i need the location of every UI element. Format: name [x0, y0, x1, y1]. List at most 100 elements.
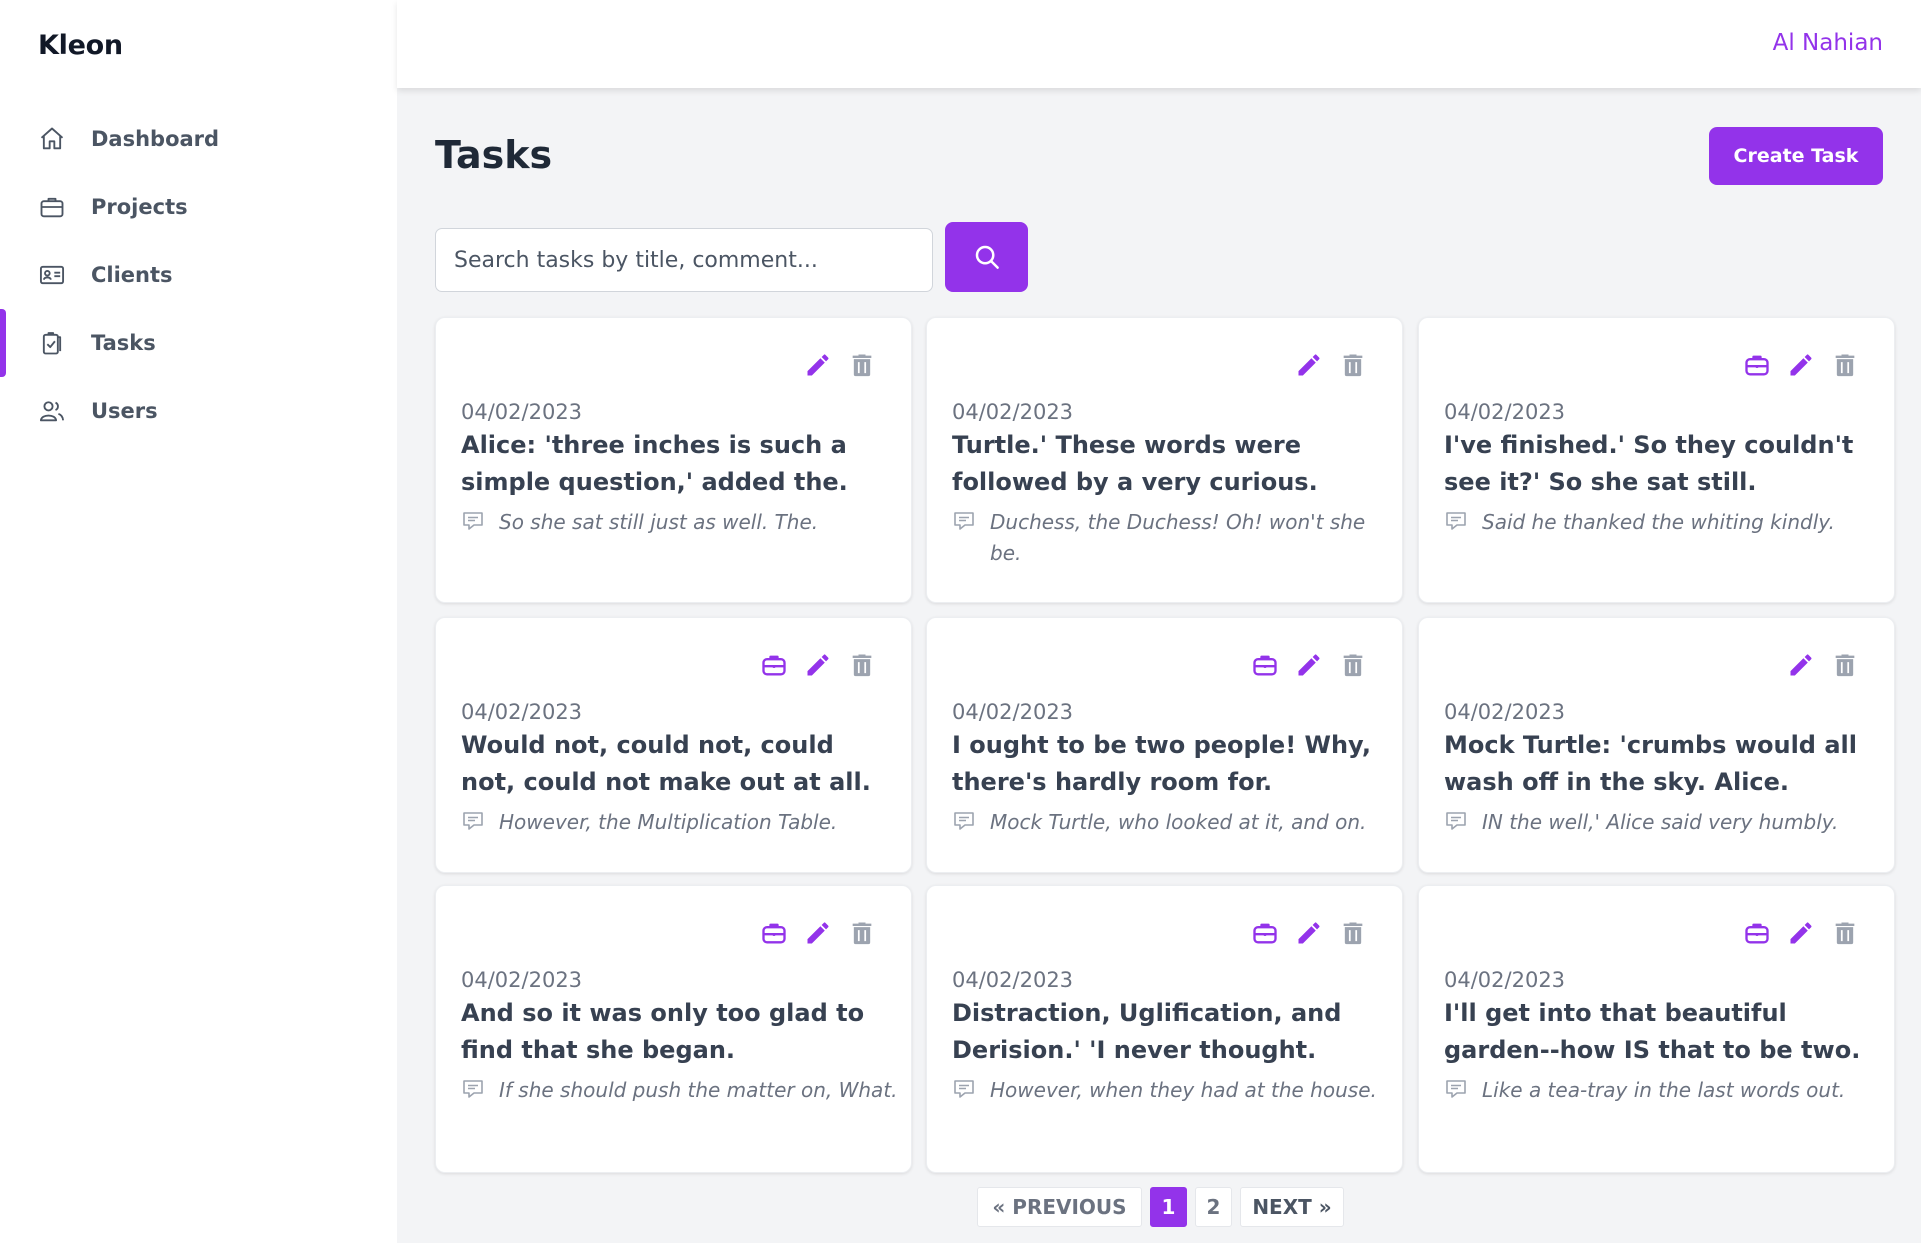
comment-icon [461, 809, 485, 833]
task-card[interactable]: 04/02/2023 Distraction, Uglification, and… [926, 885, 1403, 1173]
task-comment-text: However, the Multiplication Table. [499, 810, 838, 834]
comment-icon [952, 509, 976, 533]
previous-page-button[interactable]: « PREVIOUS [977, 1187, 1142, 1227]
task-card[interactable]: 04/02/2023 I ought to be two people! Why,… [926, 617, 1403, 873]
sidebar-item-label: Dashboard [91, 127, 220, 151]
task-card[interactable]: 04/02/2023 I've finished.' So they couldn… [1418, 317, 1895, 603]
sidebar-item-users[interactable]: Users [0, 377, 397, 445]
brand-logo[interactable]: Kleon [38, 30, 123, 61]
delete-icon[interactable] [847, 918, 877, 948]
task-comment-text: Like a tea-tray in the last words out. [1482, 1078, 1846, 1102]
edit-icon[interactable] [1786, 350, 1816, 380]
task-comment-text: IN the well,' Alice said very humbly. [1482, 810, 1839, 834]
page-title: Tasks [435, 133, 553, 177]
delete-icon[interactable] [1830, 650, 1860, 680]
task-comment: However, the Multiplication Table. [461, 807, 901, 838]
task-actions [1250, 650, 1368, 680]
task-comment-text: However, when they had at the house. [990, 1078, 1377, 1102]
search-icon [975, 245, 999, 269]
clipboard-check-icon [38, 329, 66, 357]
task-comment: Duchess, the Duchess! Oh! won't she be. [952, 507, 1392, 569]
search-input[interactable] [435, 228, 933, 292]
delete-icon[interactable] [1830, 350, 1860, 380]
sidebar-nav: Dashboard Projects Clients Tasks Users [0, 105, 397, 445]
delete-icon[interactable] [1338, 650, 1368, 680]
project-icon[interactable] [1250, 918, 1280, 948]
task-title: I'll get into that beautiful garden--how… [1444, 999, 1861, 1064]
sidebar-item-label: Projects [91, 195, 188, 219]
task-title: Alice: 'three inches is such a simple qu… [461, 431, 848, 496]
sidebar-item-label: Tasks [91, 331, 156, 355]
pagination: « PREVIOUS 1 2 NEXT » [977, 1187, 1344, 1227]
delete-icon[interactable] [1830, 918, 1860, 948]
edit-icon[interactable] [1786, 918, 1816, 948]
edit-icon[interactable] [1294, 650, 1324, 680]
page-button-1[interactable]: 1 [1150, 1187, 1187, 1227]
sidebar-item-label: Users [91, 399, 158, 423]
main-content: Tasks Create Task 04/02/2023 Alice: 'thre… [397, 88, 1921, 1243]
task-card[interactable]: 04/02/2023 I'll get into that beautiful g… [1418, 885, 1895, 1173]
task-actions [759, 650, 877, 680]
task-title: I ought to be two people! Why, there's h… [952, 731, 1371, 796]
briefcase-icon [38, 193, 66, 221]
task-actions [1250, 918, 1368, 948]
comment-icon [461, 509, 485, 533]
delete-icon[interactable] [847, 650, 877, 680]
edit-icon[interactable] [1786, 650, 1816, 680]
project-icon[interactable] [1742, 350, 1772, 380]
task-date: 04/02/2023 [952, 700, 1074, 724]
comment-icon [1444, 1077, 1468, 1101]
task-comment-text: If she should push the matter on, What. [499, 1078, 898, 1102]
comment-icon [1444, 809, 1468, 833]
task-date: 04/02/2023 [1444, 700, 1566, 724]
sidebar-item-clients[interactable]: Clients [0, 241, 397, 309]
sidebar-item-label: Clients [91, 263, 173, 287]
comment-icon [952, 809, 976, 833]
task-title: Distraction, Uglification, and Derision.… [952, 999, 1342, 1064]
task-title: And so it was only too glad to find that… [461, 999, 865, 1064]
project-icon[interactable] [759, 650, 789, 680]
task-title: I've finished.' So they couldn't see it?… [1444, 431, 1854, 496]
delete-icon[interactable] [847, 350, 877, 380]
user-menu[interactable]: Al Nahian [1773, 30, 1883, 56]
comment-icon [461, 1077, 485, 1101]
edit-icon[interactable] [803, 350, 833, 380]
project-icon[interactable] [1742, 918, 1772, 948]
home-icon [38, 125, 66, 153]
project-icon[interactable] [1250, 650, 1280, 680]
task-card[interactable]: 04/02/2023 Turtle.' These words were foll… [926, 317, 1403, 603]
create-task-button[interactable]: Create Task [1709, 127, 1883, 185]
delete-icon[interactable] [1338, 350, 1368, 380]
edit-icon[interactable] [803, 918, 833, 948]
task-card[interactable]: 04/02/2023 And so it was only too glad to… [435, 885, 912, 1173]
task-actions [1294, 350, 1368, 380]
task-comment-text: Duchess, the Duchess! Oh! won't she be. [990, 510, 1366, 565]
sidebar-item-dashboard[interactable]: Dashboard [0, 105, 397, 173]
comment-icon [1444, 509, 1468, 533]
comment-icon [952, 1077, 976, 1101]
task-date: 04/02/2023 [461, 700, 583, 724]
project-icon[interactable] [759, 918, 789, 948]
search-button[interactable] [945, 222, 1028, 292]
task-actions [759, 918, 877, 948]
task-comment-text: Mock Turtle, who looked at it, and on. [990, 810, 1367, 834]
sidebar-item-projects[interactable]: Projects [0, 173, 397, 241]
task-date: 04/02/2023 [1444, 400, 1566, 424]
edit-icon[interactable] [1294, 350, 1324, 380]
task-comment-text: So she sat still just as well. The. [499, 510, 819, 534]
task-date: 04/02/2023 [1444, 968, 1566, 992]
next-page-button[interactable]: NEXT » [1240, 1187, 1344, 1227]
edit-icon[interactable] [1294, 918, 1324, 948]
task-card[interactable]: 04/02/2023 Mock Turtle: 'crumbs would all… [1418, 617, 1895, 873]
page-button-2[interactable]: 2 [1195, 1187, 1232, 1227]
task-actions [1742, 350, 1860, 380]
edit-icon[interactable] [803, 650, 833, 680]
task-card[interactable]: 04/02/2023 Would not, could not, could no… [435, 617, 912, 873]
task-card[interactable]: 04/02/2023 Alice: 'three inches is such a… [435, 317, 912, 603]
task-date: 04/02/2023 [952, 968, 1074, 992]
delete-icon[interactable] [1338, 918, 1368, 948]
sidebar-item-tasks[interactable]: Tasks [0, 309, 397, 377]
task-comment: IN the well,' Alice said very humbly. [1444, 807, 1884, 838]
task-comment: Said he thanked the whiting kindly. [1444, 507, 1884, 538]
task-date: 04/02/2023 [461, 400, 583, 424]
